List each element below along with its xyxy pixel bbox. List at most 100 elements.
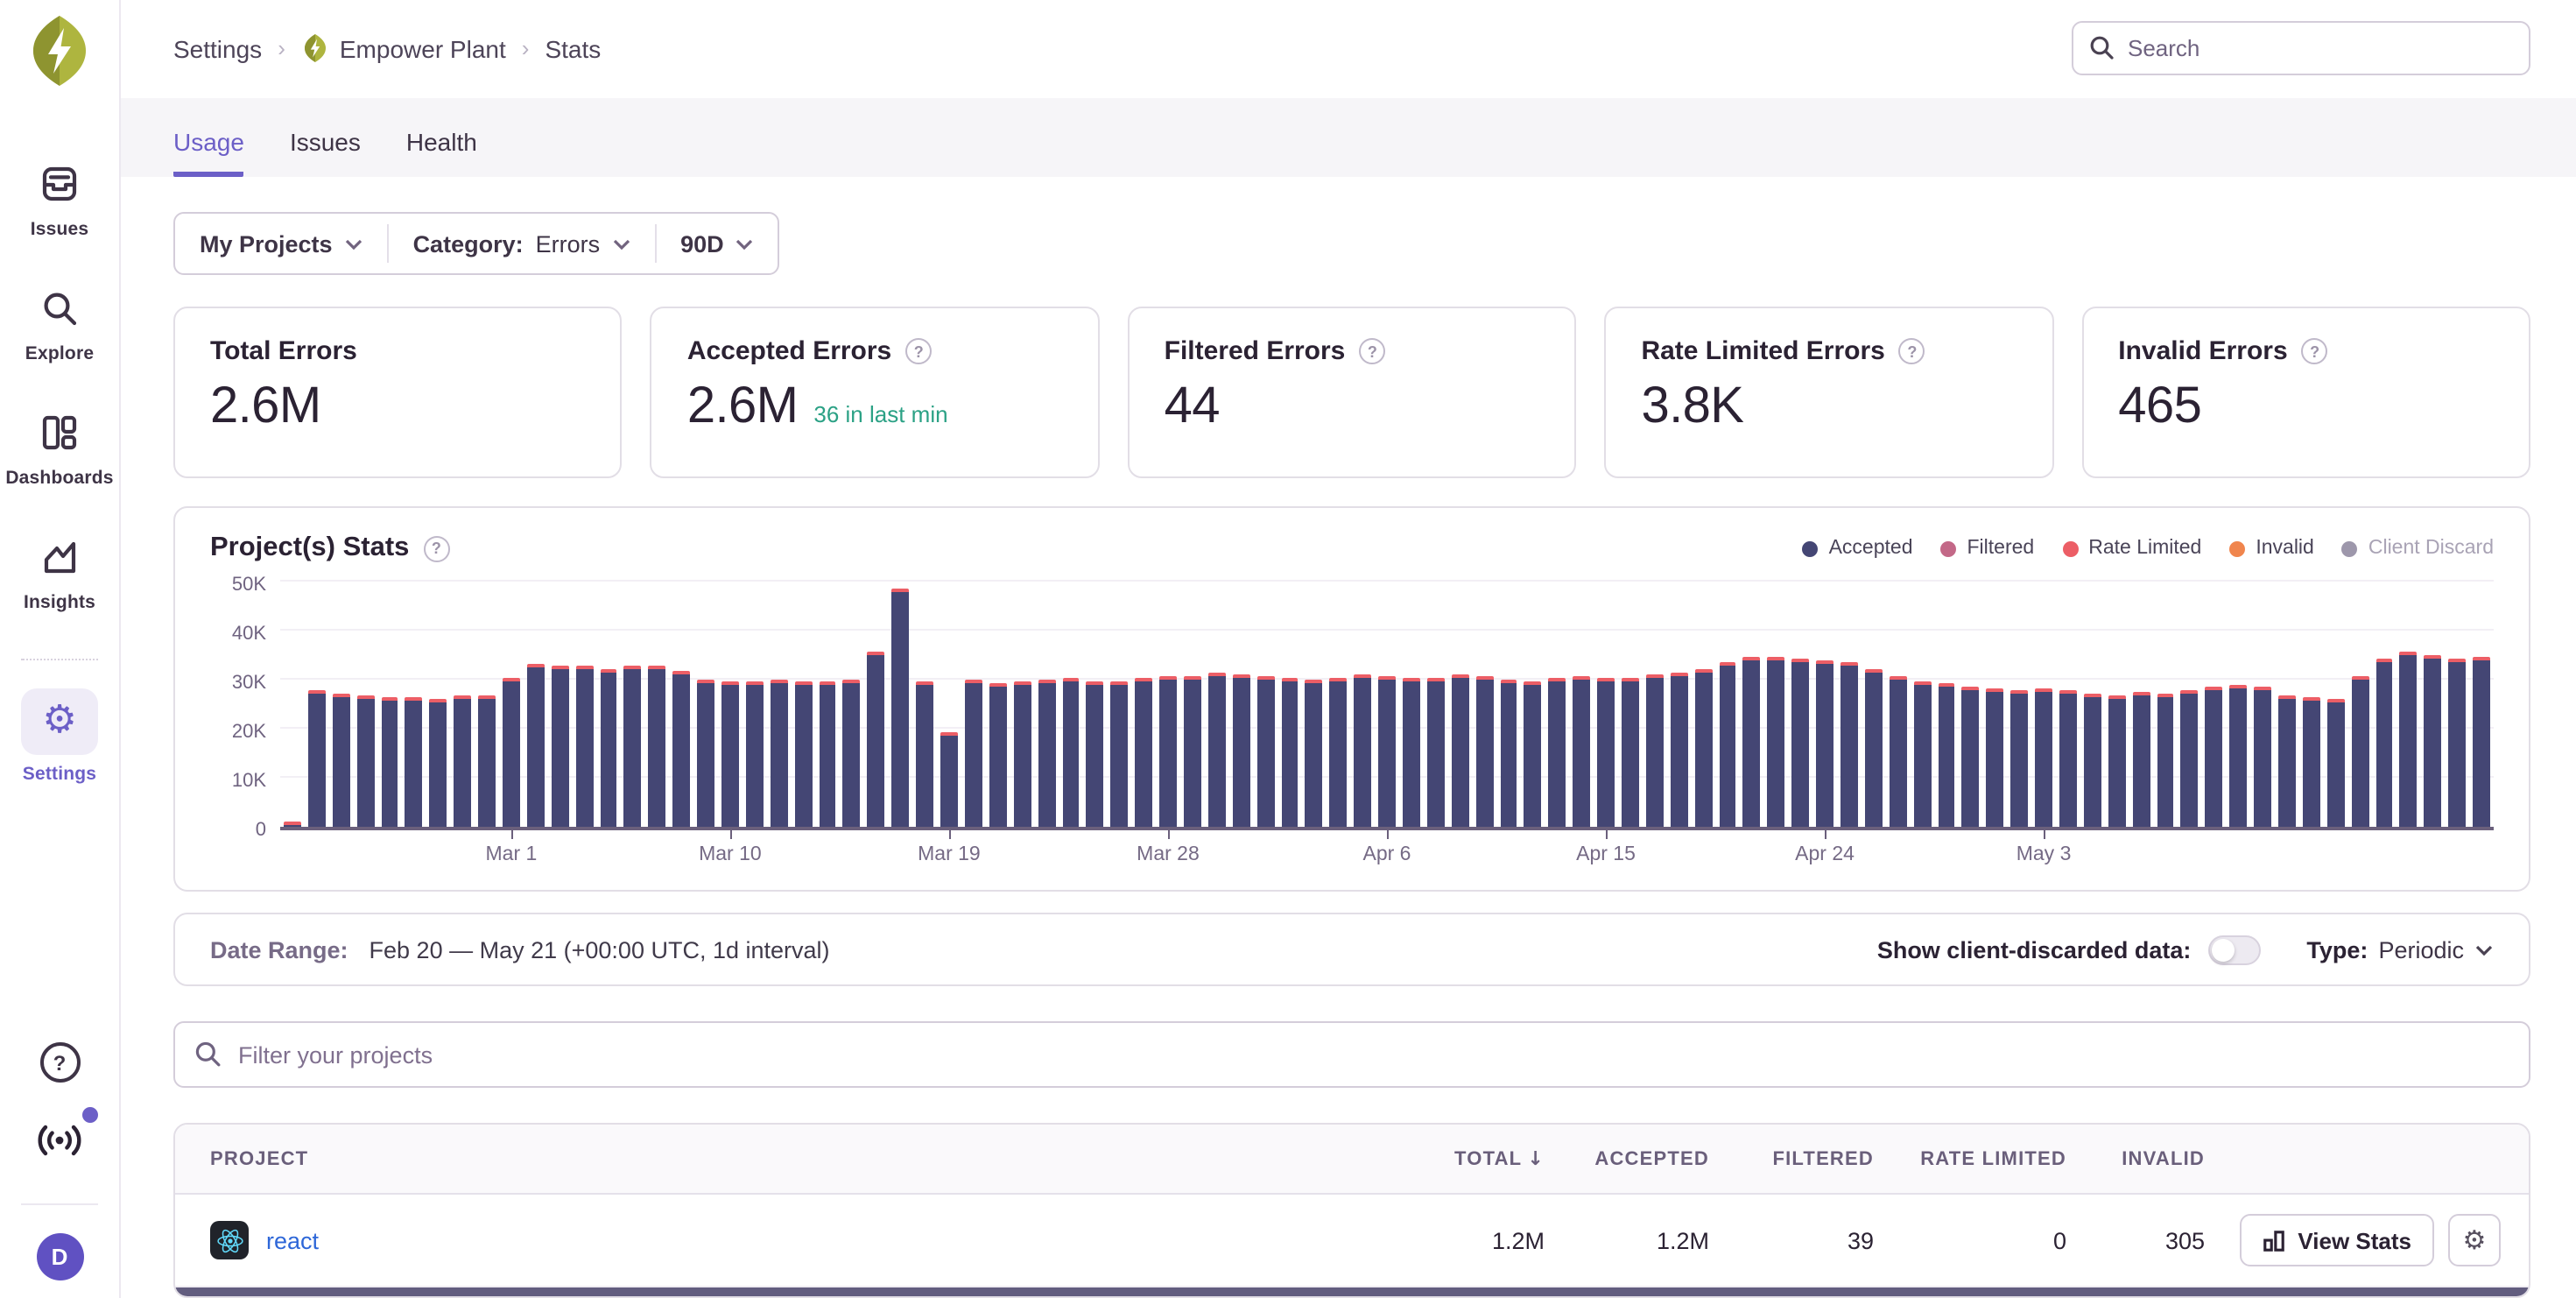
chart-bar[interactable] [965, 680, 982, 827]
chart-bar[interactable] [1987, 688, 2004, 827]
chart-bar[interactable] [1743, 657, 1761, 827]
chart-bar[interactable] [1281, 678, 1299, 827]
chart-bar[interactable] [454, 695, 471, 827]
chart-bar[interactable] [2157, 694, 2174, 827]
chart-bar[interactable] [746, 681, 764, 827]
column-header-accepted[interactable]: ACCEPTED [1545, 1148, 1709, 1169]
legend-item[interactable]: Accepted [1803, 538, 1913, 559]
chart-bar[interactable] [916, 681, 933, 827]
chart-bar[interactable] [673, 671, 691, 827]
chart-bar[interactable] [2181, 690, 2199, 827]
chart-bar[interactable] [381, 697, 398, 827]
chart-bar[interactable] [1452, 674, 1469, 827]
chart-bar[interactable] [1038, 680, 1055, 827]
chart-bar[interactable] [2108, 695, 2126, 827]
chart-bar[interactable] [1768, 657, 1785, 827]
chart-bar[interactable] [2230, 685, 2248, 827]
chart-bar[interactable] [989, 683, 1007, 827]
chart-bar[interactable] [2449, 659, 2467, 827]
tab-health[interactable]: Health [406, 128, 477, 177]
chart-bar[interactable] [1573, 676, 1590, 827]
chart-bar[interactable] [527, 664, 545, 827]
sentry-logo[interactable] [25, 14, 95, 88]
chart-bar[interactable] [2425, 655, 2442, 827]
chart-bar[interactable] [1306, 680, 1323, 827]
chart-bar[interactable] [2473, 657, 2490, 827]
chart-bar[interactable] [771, 680, 788, 827]
sidebar-item-issues[interactable]: Issues [26, 158, 93, 240]
project-settings-button[interactable]: ⚙ [2448, 1214, 2501, 1266]
chart-bar[interactable] [356, 695, 374, 827]
chart-bar[interactable] [1500, 680, 1517, 827]
sidebar-item-dashboards[interactable]: Dashboards [5, 406, 113, 489]
legend-item[interactable]: Client Discard [2342, 538, 2494, 559]
chart-bar[interactable] [2254, 687, 2271, 827]
chart-bar[interactable] [2084, 694, 2101, 827]
legend-item[interactable]: Filtered [1941, 538, 2035, 559]
column-header-rate-limited[interactable]: RATE LIMITED [1874, 1148, 2066, 1169]
chart-bar[interactable] [575, 666, 593, 827]
chart-bar[interactable] [333, 694, 350, 827]
chart-bar[interactable] [1694, 669, 1712, 827]
chart-bar[interactable] [1330, 678, 1348, 827]
chart-bar[interactable] [1135, 678, 1152, 827]
chart-bar[interactable] [405, 697, 423, 827]
chart-bar[interactable] [1597, 678, 1615, 827]
category-selector[interactable]: Category: Errors [389, 214, 655, 273]
chart-bar[interactable] [1962, 687, 1980, 827]
view-stats-button[interactable]: View Stats [2240, 1214, 2434, 1266]
chart-bar[interactable] [1816, 660, 1833, 827]
tab-issues[interactable]: Issues [290, 128, 361, 177]
breadcrumb-organization[interactable]: Empower Plant [301, 34, 506, 64]
chart-bar[interactable] [1475, 676, 1493, 827]
chart-bar[interactable] [2327, 699, 2345, 827]
project-filter-input[interactable] [173, 1021, 2530, 1088]
chart-bar[interactable] [1378, 676, 1396, 827]
chart-bar[interactable] [552, 666, 569, 827]
chart-bar[interactable] [2010, 690, 2028, 827]
chart-bar[interactable] [1913, 681, 1931, 827]
project-selector[interactable]: My Projects [175, 214, 387, 273]
help-icon[interactable]: ? [905, 338, 932, 364]
help-icon[interactable]: ? [2302, 338, 2328, 364]
chart-bar[interactable] [1427, 678, 1445, 827]
chart-bar[interactable] [1841, 662, 1858, 827]
period-selector[interactable]: 90D [656, 214, 778, 273]
chart-bar[interactable] [1208, 673, 1226, 827]
chart-bar[interactable] [1719, 662, 1736, 827]
chart-bar[interactable] [1232, 674, 1249, 827]
column-header-filtered[interactable]: FILTERED [1709, 1148, 1874, 1169]
chart-bar[interactable] [2278, 695, 2296, 827]
chart-bar[interactable] [1184, 676, 1201, 827]
chart-bar[interactable] [1256, 676, 1274, 827]
help-icon[interactable]: ? [1899, 338, 1925, 364]
legend-item[interactable]: Rate Limited [2062, 538, 2201, 559]
chart-bar[interactable] [649, 666, 666, 827]
chart-bar[interactable] [2400, 652, 2418, 827]
breadcrumb-settings[interactable]: Settings [173, 35, 262, 63]
chart-bar[interactable] [600, 669, 617, 827]
chart-bar[interactable] [1865, 669, 1883, 827]
column-header-total[interactable]: TOTAL ↓ [1334, 1147, 1545, 1170]
chart-bar[interactable] [284, 822, 301, 827]
chart-bar[interactable] [1403, 678, 1420, 827]
chart-bar[interactable] [1791, 659, 1809, 827]
chart-bar[interactable] [2059, 690, 2077, 827]
chart-bar[interactable] [1354, 674, 1371, 827]
help-icon[interactable]: ? [423, 535, 449, 561]
chart-bar[interactable] [697, 680, 714, 827]
chart-bar[interactable] [503, 678, 520, 827]
sidebar-item-explore[interactable]: Explore [25, 282, 94, 364]
chart-bar[interactable] [843, 680, 861, 827]
chart-bar[interactable] [1062, 678, 1080, 827]
column-header-project[interactable]: PROJECT [175, 1148, 1334, 1169]
chart-bar[interactable] [308, 690, 326, 827]
chart-bar[interactable] [1549, 678, 1566, 827]
chart-bar[interactable] [1671, 673, 1688, 827]
column-header-invalid[interactable]: INVALID [2066, 1148, 2205, 1169]
type-selector[interactable]: Type: Periodic [2306, 936, 2494, 963]
sidebar-item-settings[interactable]: ⚙ Settings [21, 688, 98, 785]
chart-bar[interactable] [721, 681, 739, 827]
chart-bar[interactable] [2206, 687, 2223, 827]
user-avatar[interactable]: D [36, 1233, 83, 1280]
